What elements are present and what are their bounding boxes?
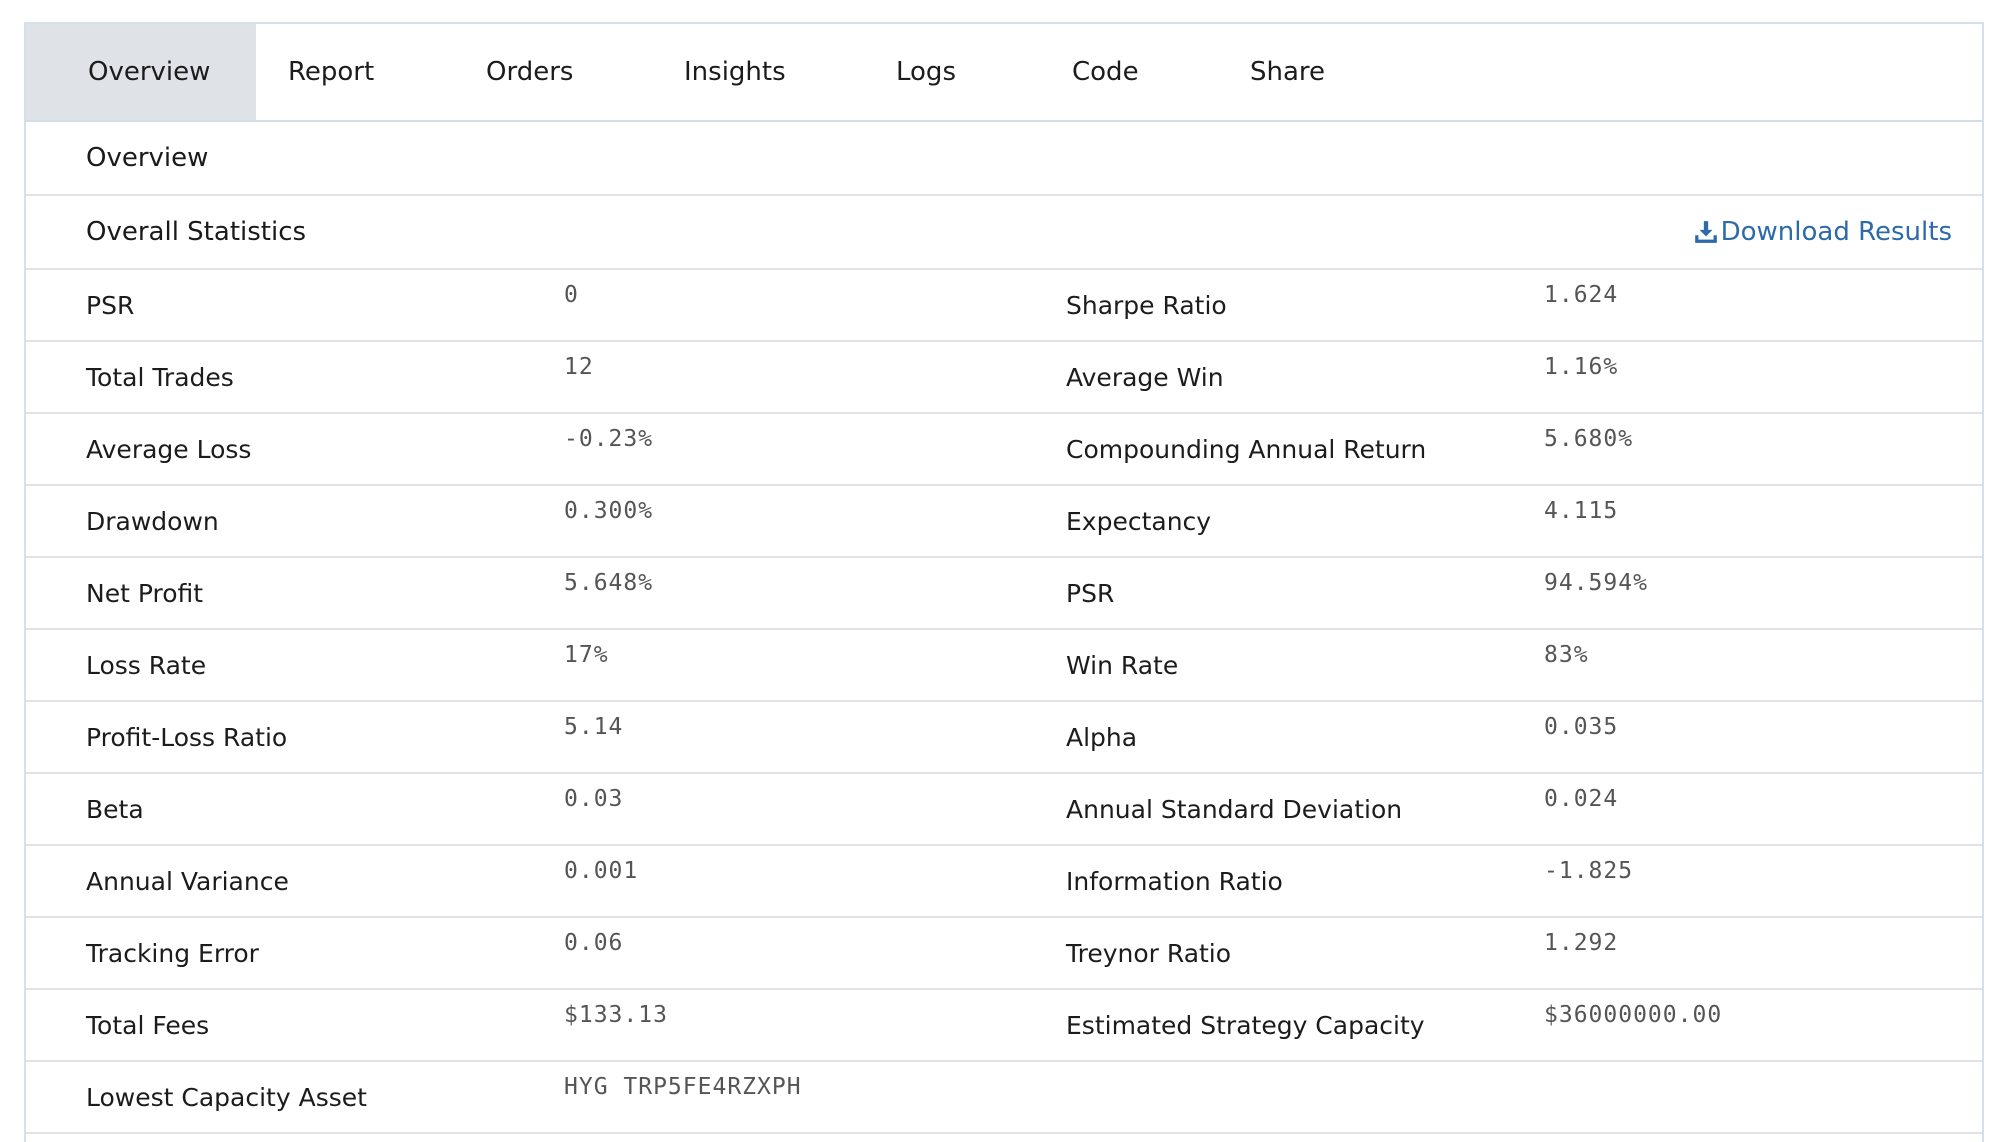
results-panel: Overview Report Orders Insights Logs Cod… — [24, 22, 1984, 1142]
stat-value: -1.825 — [1544, 858, 1634, 884]
section-title: Overview — [86, 143, 209, 173]
stat-value: 94.594% — [1544, 570, 1648, 596]
stat-label: Beta — [86, 794, 144, 824]
stat-label: Compounding Annual Return — [1066, 434, 1427, 464]
stat-value: 1.292 — [1544, 930, 1619, 956]
stat-row: Total Fees $133.13 Estimated Strategy Ca… — [26, 990, 1982, 1062]
stat-value: $133.13 — [564, 1002, 668, 1028]
stat-label: Profit-Loss Ratio — [86, 722, 288, 752]
stat-label: Total Trades — [86, 362, 234, 392]
stat-value: 0.001 — [564, 858, 639, 884]
stat-value: 0.024 — [1544, 786, 1619, 812]
tab-logs[interactable]: Logs — [864, 24, 1040, 120]
stat-row: Tracking Error 0.06 Treynor Ratio 1.292 — [26, 918, 1982, 990]
stat-row: Beta 0.03 Annual Standard Deviation 0.02… — [26, 774, 1982, 846]
statistics-title: Overall Statistics — [86, 217, 307, 247]
stat-label: Estimated Strategy Capacity — [1066, 1010, 1425, 1040]
stat-label: Total Fees — [86, 1010, 210, 1040]
tab-overview[interactable]: Overview — [26, 24, 256, 120]
stat-value: -0.23% — [564, 426, 654, 452]
stat-label: Sharpe Ratio — [1066, 290, 1227, 320]
tab-code[interactable]: Code — [1040, 24, 1218, 120]
download-results-label: Download Results — [1720, 217, 1952, 247]
stat-value: 1.624 — [1544, 282, 1619, 308]
stat-label: Information Ratio — [1066, 866, 1283, 896]
stat-value: HYG TRP5FE4RZXPH — [564, 1074, 802, 1100]
stat-label: Lowest Capacity Asset — [86, 1082, 367, 1112]
stat-label: Annual Variance — [86, 866, 289, 896]
stat-value: 0.300% — [564, 498, 654, 524]
stat-label: PSR — [1066, 578, 1115, 608]
download-icon — [1694, 221, 1717, 243]
stat-row: PSR 0 Sharpe Ratio 1.624 — [26, 270, 1982, 342]
stat-row: Loss Rate 17% Win Rate 83% — [26, 630, 1982, 702]
stat-value: 5.648% — [564, 570, 654, 596]
stat-row: Average Loss -0.23% Compounding Annual R… — [26, 414, 1982, 486]
stat-label: Expectancy — [1066, 506, 1212, 536]
stat-label: Win Rate — [1066, 650, 1179, 680]
stat-value: 5.680% — [1544, 426, 1634, 452]
tab-bar: Overview Report Orders Insights Logs Cod… — [26, 24, 1982, 122]
tab-share[interactable]: Share — [1218, 24, 1408, 120]
stat-value: 17% — [564, 642, 609, 668]
stat-value: 0 — [564, 282, 579, 308]
statistics-header: Overall Statistics Download Results — [26, 196, 1982, 270]
stat-row: Annual Variance 0.001 Information Ratio … — [26, 846, 1982, 918]
stat-value: 0.035 — [1544, 714, 1619, 740]
tab-orders[interactable]: Orders — [454, 24, 652, 120]
stat-label: Alpha — [1066, 722, 1138, 752]
stat-row: Total Trades 12 Average Win 1.16% — [26, 342, 1982, 414]
stat-label: Average Win — [1066, 362, 1224, 392]
stat-value: $36000000.00 — [1544, 1002, 1723, 1028]
stat-label: Loss Rate — [86, 650, 207, 680]
stat-value: 12 — [564, 354, 594, 380]
tab-report[interactable]: Report — [256, 24, 454, 120]
stat-value: 4.115 — [1544, 498, 1619, 524]
stat-label: Average Loss — [86, 434, 252, 464]
stat-value: 83% — [1544, 642, 1589, 668]
stat-row: Net Profit 5.648% PSR 94.594% — [26, 558, 1982, 630]
stat-label: Tracking Error — [86, 938, 259, 968]
stat-row: Drawdown 0.300% Expectancy 4.115 — [26, 486, 1982, 558]
stat-row: Profit-Loss Ratio 5.14 Alpha 0.035 — [26, 702, 1982, 774]
stat-value: 0.03 — [564, 786, 624, 812]
stat-value: 0.06 — [564, 930, 624, 956]
download-results-button[interactable]: Download Results — [1693, 217, 1952, 247]
stat-label: Annual Standard Deviation — [1066, 794, 1403, 824]
overview-header: Overview — [26, 122, 1982, 196]
stat-label: PSR — [86, 290, 135, 320]
stat-label: Net Profit — [86, 578, 204, 608]
stat-label: Drawdown — [86, 506, 219, 536]
stat-value: 1.16% — [1544, 354, 1619, 380]
stat-row: Lowest Capacity Asset HYG TRP5FE4RZXPH — [26, 1062, 1982, 1134]
statistics-table: PSR 0 Sharpe Ratio 1.624 Total Trades 12… — [26, 270, 1982, 1134]
stat-value: 5.14 — [564, 714, 624, 740]
stat-label: Treynor Ratio — [1066, 938, 1232, 968]
tab-insights[interactable]: Insights — [652, 24, 864, 120]
